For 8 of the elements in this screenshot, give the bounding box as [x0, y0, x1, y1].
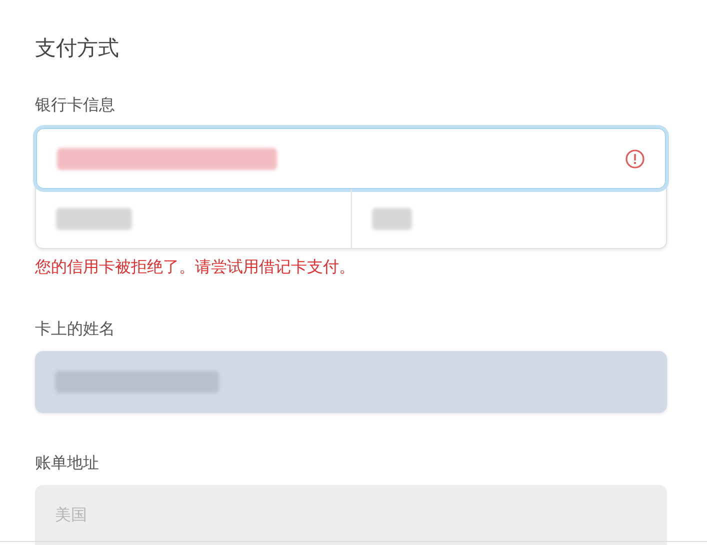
field-label: 银行卡信息 — [35, 94, 115, 116]
error-icon — [625, 148, 645, 168]
field-label: 账单地址 — [35, 452, 99, 474]
field-label: 卡上的姓名 — [35, 318, 115, 340]
card-number-field[interactable] — [36, 128, 666, 189]
section-title: 支付方式 — [35, 35, 119, 62]
name-field[interactable] — [35, 351, 667, 413]
error-message: 您的信用卡被拒绝了。请尝试用借记卡支付。 — [35, 256, 355, 278]
